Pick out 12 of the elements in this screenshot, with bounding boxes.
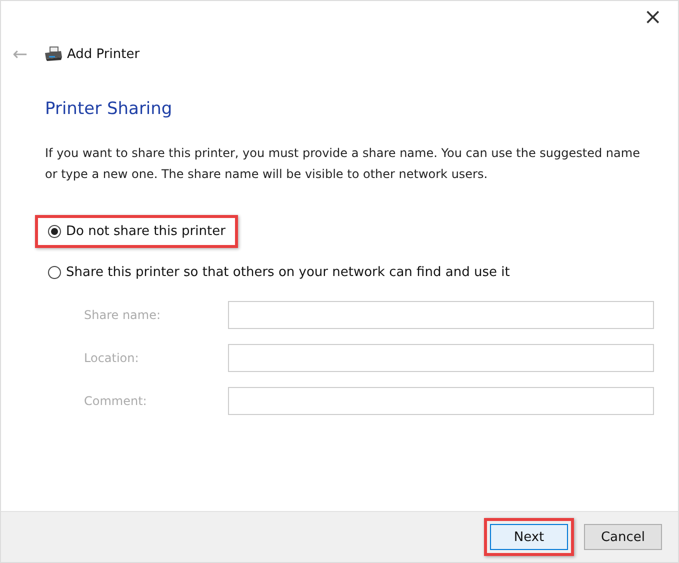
window-title: Add Printer: [67, 46, 140, 62]
radio-option[interactable]: Share this printer so that others on your network can find and use it: [48, 265, 510, 280]
radio-option[interactable]: Do not share this printer: [48, 224, 226, 239]
page-heading: Printer Sharing: [45, 99, 174, 119]
next-button[interactable]: Next: [490, 524, 568, 550]
field-label: Comment:: [84, 394, 148, 408]
description-text: If you want to share this printer, you must provide a share name. You can use the suggested name or type a new one. The share name will be visible to other network users.: [45, 145, 641, 183]
field-label: Location:: [84, 351, 140, 365]
close-button[interactable]: ×: [640, 7, 666, 29]
cancel-button[interactable]: Cancel: [584, 524, 662, 550]
field-label: Share name:: [84, 308, 162, 322]
printer-icon: [43, 46, 63, 62]
